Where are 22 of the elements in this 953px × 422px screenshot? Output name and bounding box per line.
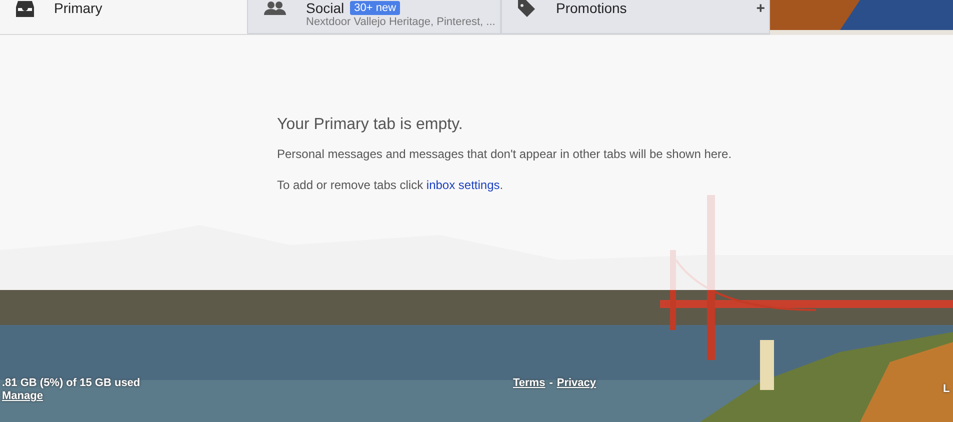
new-count-badge: 30+ new (350, 0, 400, 14)
tabs-hint: To add or remove tabs click inbox settings. (277, 178, 504, 192)
footer-text: L (943, 382, 950, 397)
privacy-link[interactable]: Privacy (556, 377, 596, 422)
terms-link[interactable]: Terms (513, 377, 546, 422)
tag-icon (518, 0, 536, 18)
tab-subtitle: Nextdoor Vallejo Heritage, Pinterest, ... (306, 16, 496, 28)
tab-label: Social (306, 0, 344, 16)
storage-usage: .81 GB (5%) of 15 GB used (2, 377, 142, 390)
separator: - (549, 377, 553, 391)
empty-title: Your Primary tab is empty. (277, 116, 464, 134)
tab-label: Primary (54, 0, 102, 16)
inbox-icon (16, 1, 34, 17)
empty-message: Personal messages and messages that don't appear in other tabs will be shown here. (277, 147, 733, 161)
tab[interactable]: Promotions + (501, 0, 770, 34)
tab[interactable]: Social 30+ new Nextdoor Vallejo Heritage, Pinterest, ... (247, 0, 501, 34)
tab[interactable]: Primary (0, 0, 247, 34)
people-icon (264, 1, 286, 17)
tab-label: Promotions (556, 0, 627, 16)
add-tab-button[interactable]: + (752, 0, 769, 18)
inbox-settings-link[interactable]: inbox settings (426, 178, 500, 192)
manage-link[interactable]: Manage (2, 390, 513, 403)
